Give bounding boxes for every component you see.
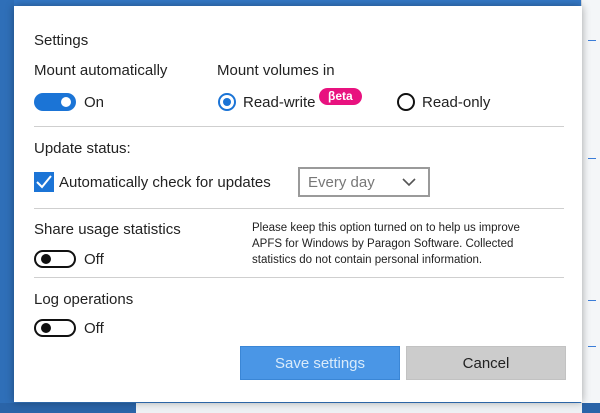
- divider: [34, 277, 564, 278]
- beta-badge: βeta: [319, 88, 362, 105]
- chevron-down-icon: [402, 178, 416, 187]
- read-only-label[interactable]: Read-only: [422, 94, 490, 111]
- update-frequency-value: Every day: [308, 174, 375, 191]
- divider: [34, 208, 564, 209]
- share-stats-state: Off: [84, 251, 104, 268]
- mount-auto-state: On: [84, 94, 105, 111]
- read-write-label[interactable]: Read-write: [243, 94, 316, 111]
- background-bottom: [0, 403, 600, 413]
- toggle-knob: [41, 323, 51, 333]
- update-frequency-select[interactable]: Every day: [298, 167, 430, 197]
- settings-dialog: Settings Mount automatically On Mount vo…: [14, 6, 582, 402]
- share-stats-toggle[interactable]: [34, 250, 76, 268]
- toggle-knob: [41, 254, 51, 264]
- dialog-title: Settings: [34, 32, 89, 49]
- toggle-knob: [61, 97, 71, 107]
- auto-update-label[interactable]: Automatically check for updates: [59, 174, 271, 191]
- auto-update-checkbox[interactable]: [34, 172, 54, 192]
- log-operations-toggle[interactable]: [34, 319, 76, 337]
- checkmark-icon: [36, 175, 52, 189]
- divider: [34, 126, 564, 127]
- cancel-button[interactable]: Cancel: [406, 346, 566, 380]
- read-write-radio[interactable]: [218, 93, 236, 111]
- desktop-background-left: [0, 0, 14, 413]
- log-operations-state: Off: [84, 320, 104, 337]
- update-status-label: Update status:: [34, 140, 131, 157]
- share-stats-label: Share usage statistics: [34, 221, 181, 238]
- mount-volumes-label: Mount volumes in: [217, 62, 335, 79]
- share-stats-info: Please keep this option turned on to hel…: [252, 222, 520, 266]
- background-window-right: [581, 0, 600, 413]
- read-only-radio[interactable]: [397, 93, 415, 111]
- mount-auto-label: Mount automatically: [34, 62, 168, 79]
- save-settings-button[interactable]: Save settings: [240, 346, 400, 380]
- mount-auto-toggle[interactable]: [34, 93, 76, 111]
- log-operations-label: Log operations: [34, 291, 134, 308]
